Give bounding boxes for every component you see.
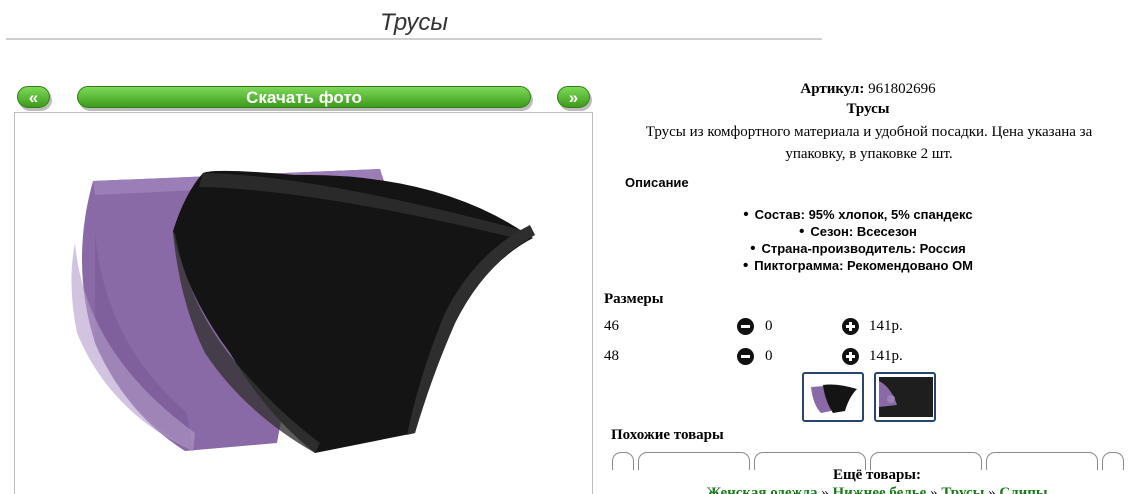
breadcrumb-separator: » [821,485,829,494]
property-list: Состав: 95% хлопок, 5% спандекс Сезон: В… [600,206,1116,274]
thumbnail-2[interactable] [874,372,936,422]
category-link[interactable]: Нижнее белье [832,485,926,494]
page-title: Трусы [6,8,822,40]
article-value: 961802696 [868,81,936,97]
breadcrumb-separator: » [988,485,996,494]
property-item: Сезон: Всесезон [600,223,1116,240]
thumbnail-2-image [879,377,933,417]
price-value: 141р. [869,348,903,364]
similar-heading: Похожие товары [611,427,724,443]
quantity-value: 0 [765,348,773,364]
product-name: Трусы [846,101,890,117]
size-value: 48 [604,348,619,364]
minus-icon[interactable] [737,318,754,335]
plus-icon[interactable] [842,318,859,335]
property-item: Состав: 95% хлопок, 5% спандекс [600,206,1116,223]
category-link[interactable]: Женская одежда [706,485,817,494]
property-item: Страна-производитель: Россия [600,240,1116,257]
size-row: 46 0 141р. [604,316,1124,338]
product-photo[interactable] [14,112,593,494]
article-label: Артикул: [800,81,865,97]
breadcrumb-separator: » [930,485,938,494]
thumbnail-1-image [811,384,857,413]
next-photo-button[interactable]: » [557,86,590,108]
download-photo-button[interactable]: Скачать фото [77,86,531,108]
product-photo-image [71,169,535,453]
price-value: 141р. [869,318,903,334]
sizes-heading: Размеры [604,291,664,307]
similar-products-carousel[interactable] [612,452,1126,470]
quantity-value: 0 [765,318,773,334]
thumbnail-1[interactable] [802,372,864,422]
size-row: 48 0 141р. [604,346,1124,368]
prev-photo-button[interactable]: « [17,86,50,108]
more-products-heading: Ещё товары: [832,467,922,483]
category-link[interactable]: Слипы [999,485,1047,494]
details-heading: Описание [625,175,689,190]
size-value: 46 [604,318,619,334]
category-breadcrumb: Женская одежда » Нижнее белье » Трусы » … [600,485,1130,494]
article-number: Артикул: 961802696 [600,81,1130,98]
product-description: Трусы из комфортного материала и удобной… [645,124,1093,162]
minus-icon[interactable] [737,348,754,365]
property-item: Пиктограмма: Рекомендовано ОМ [600,257,1116,274]
category-link[interactable]: Трусы [941,485,984,494]
plus-icon[interactable] [842,348,859,365]
